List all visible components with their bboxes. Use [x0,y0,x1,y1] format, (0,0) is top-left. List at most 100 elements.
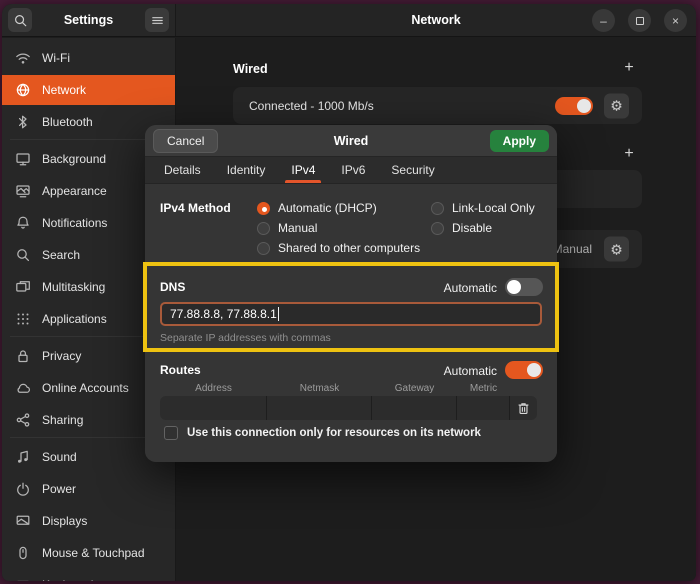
minimize-button[interactable]: – [592,9,615,32]
search-button[interactable] [8,8,32,32]
bluetooth-icon [15,114,31,130]
apply-button[interactable]: Apply [490,130,549,152]
ipv4-tab-content: IPv4 Method Automatic (DHCP) Manual Shar… [145,184,557,462]
multitasking-windows-icon [15,279,31,295]
tab-identity[interactable]: Identity [214,157,279,183]
maximize-icon [636,17,644,25]
radio-link-local[interactable]: Link-Local Only [431,201,535,215]
dns-automatic-label: Automatic [444,281,497,295]
sidebar-item-displays[interactable]: Displays [2,506,175,536]
cancel-button[interactable]: Cancel [153,129,218,153]
cloud-icon [15,380,31,396]
tab-ipv4[interactable]: IPv4 [278,157,328,183]
dialog-tabs: Details Identity IPv4 IPv6 Security [145,157,557,184]
proxy-settings-gear-button[interactable]: ⚙ [604,237,629,262]
dns-input[interactable]: 77.88.8.8, 77.88.8.1 [160,302,542,326]
tab-ipv6[interactable]: IPv6 [328,157,378,183]
gear-icon: ⚙ [610,99,623,113]
toggle-knob [577,99,591,113]
checkbox-icon [164,426,178,440]
network-globe-icon [15,82,31,98]
add-wired-connection-button[interactable]: + [620,59,638,77]
radio-manual[interactable]: Manual [257,221,317,235]
checkbox-label: Use this connection only for resources o… [187,427,481,439]
wired-dialog: Cancel Wired Apply Details Identity IPv4… [145,125,557,462]
power-icon [15,481,31,497]
tab-details[interactable]: Details [151,157,214,183]
applications-grid-icon [15,311,31,327]
sidebar-divider [10,437,167,438]
route-metric-input[interactable] [457,396,510,420]
proxy-value-label: Manual [553,242,592,256]
sidebar-item-mouse-touchpad[interactable]: Mouse & Touchpad [2,538,175,568]
routes-column-headers: Address Netmask Gateway Metric [160,383,510,394]
wired-toggle[interactable] [555,97,593,115]
minimize-icon: – [600,15,607,27]
routes-automatic-label: Automatic [444,364,497,378]
sidebar-item-keyboard[interactable]: Keyboard [2,570,175,581]
dns-input-value: 77.88.8.8, 77.88.8.1 [170,307,277,321]
text-cursor [278,307,279,321]
sidebar-divider [10,139,167,140]
radio-icon [257,242,270,255]
main-headerbar: Network – × [176,4,696,36]
column-header-gateway: Gateway [372,383,457,394]
menu-button[interactable] [145,8,169,32]
radio-icon [257,222,270,235]
notifications-bell-icon [15,215,31,231]
resources-only-checkbox-row[interactable]: Use this connection only for resources o… [164,426,481,440]
column-header-netmask: Netmask [267,383,372,394]
ipv4-method-label: IPv4 Method [160,201,231,215]
gear-icon: ⚙ [610,242,623,256]
routes-automatic-toggle[interactable] [505,361,543,379]
toggle-knob [507,280,521,294]
close-button[interactable]: × [664,9,687,32]
sidebar-divider [10,336,167,337]
column-header-metric: Metric [457,383,510,394]
dns-label: DNS [160,280,185,294]
toggle-knob [527,363,541,377]
wired-connection-card: Connected - 1000 Mb/s ⚙ [233,87,642,124]
keyboard-icon [15,577,31,581]
radio-disable[interactable]: Disable [431,221,492,235]
route-netmask-input[interactable] [267,396,372,420]
routes-label: Routes [160,363,201,377]
dns-helper-text: Separate IP addresses with commas [160,332,331,344]
radio-icon [257,202,270,215]
search-icon [15,247,31,263]
dns-automatic-toggle[interactable] [505,278,543,296]
column-header-address: Address [160,383,267,394]
dialog-header: Cancel Wired Apply [145,125,557,157]
radio-shared[interactable]: Shared to other computers [257,241,420,255]
wifi-icon [15,50,31,66]
maximize-button[interactable] [628,9,651,32]
search-icon [13,13,28,28]
privacy-lock-icon [15,348,31,364]
tab-security[interactable]: Security [378,157,447,183]
sidebar-item-wifi[interactable]: Wi-Fi [2,43,175,73]
hamburger-icon [150,13,165,28]
appearance-icon [15,183,31,199]
trash-icon [516,401,531,416]
wired-section-title: Wired [233,62,268,76]
sidebar-headerbar: Settings [2,4,176,36]
window-controls: – × [592,9,687,32]
music-note-icon [15,449,31,465]
background-icon [15,151,31,167]
sidebar-item-network[interactable]: Network [2,75,175,105]
radio-icon [431,202,444,215]
wired-settings-gear-button[interactable]: ⚙ [604,93,629,118]
route-gateway-input[interactable] [372,396,457,420]
desktop-background: Settings Network – × Wi-Fi [0,0,700,584]
radio-icon [431,222,444,235]
titlebar: Settings Network – × [2,4,696,37]
connection-status-label: Connected - 1000 Mb/s [249,99,374,113]
mouse-icon [15,545,31,561]
route-address-input[interactable] [160,396,267,420]
add-vpn-button[interactable]: + [620,145,638,163]
share-nodes-icon [15,412,31,428]
delete-route-button[interactable] [510,396,537,420]
radio-automatic-dhcp[interactable]: Automatic (DHCP) [257,201,377,215]
sidebar-item-power[interactable]: Power [2,474,175,504]
routes-row [160,396,537,420]
